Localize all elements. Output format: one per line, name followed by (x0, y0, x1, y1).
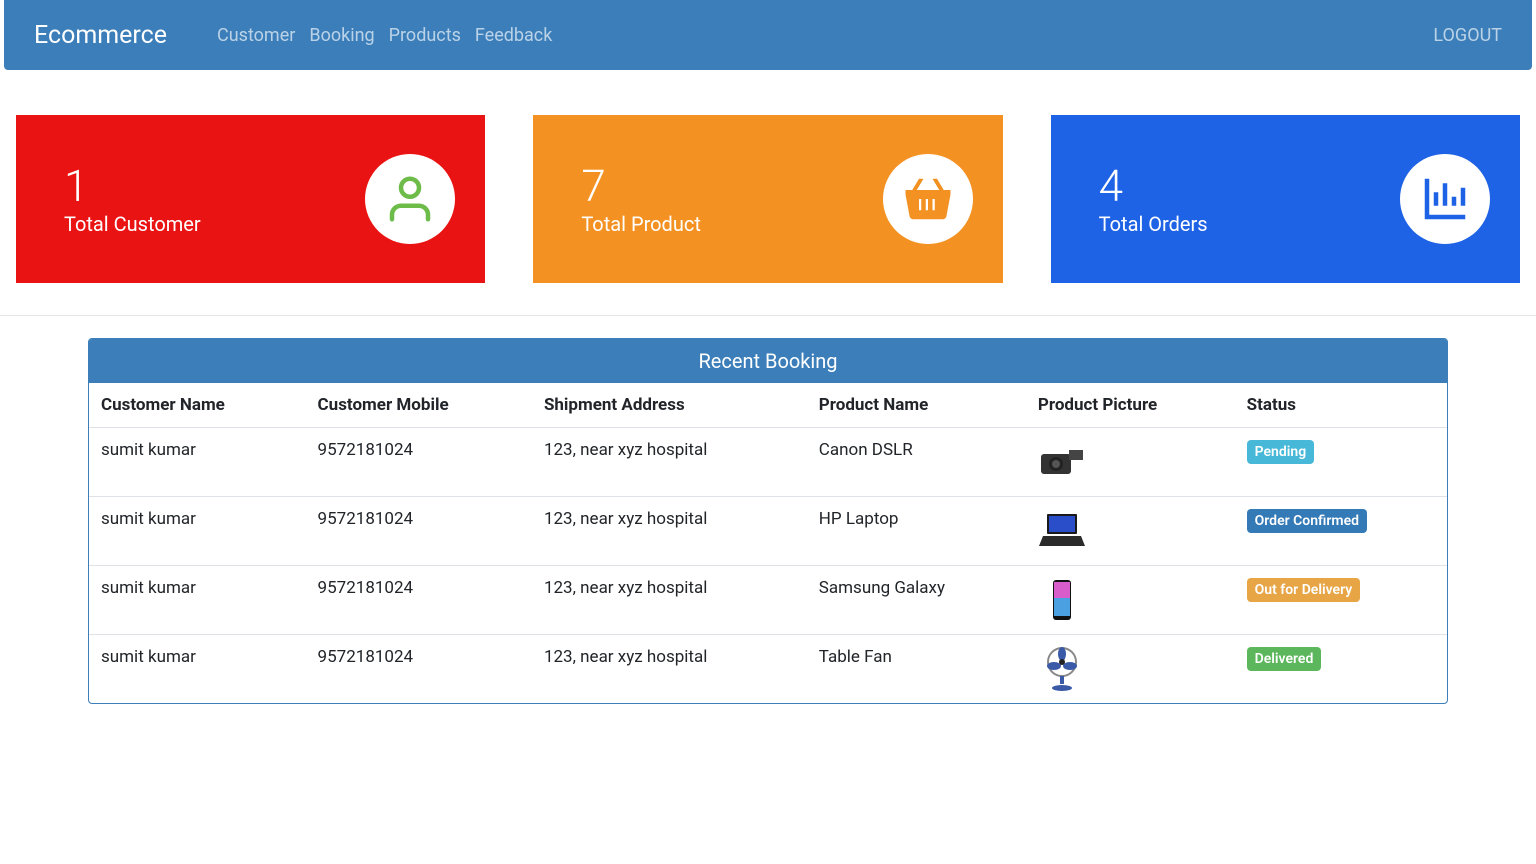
nav-link-feedback[interactable]: Feedback (475, 25, 552, 46)
logout-link[interactable]: LOGOUT (1433, 25, 1502, 46)
status-badge: Delivered (1247, 647, 1322, 671)
th-product-name: Product Name (809, 383, 1028, 428)
table-row: sumit kumar9572181024123, near xyz hospi… (89, 635, 1447, 704)
th-shipment-address: Shipment Address (534, 383, 809, 428)
cell-status: Pending (1237, 428, 1447, 497)
th-status: Status (1237, 383, 1447, 428)
cell-product-name: Samsung Galaxy (809, 566, 1028, 635)
stat-product-label: Total Product (581, 212, 701, 236)
user-icon (365, 154, 455, 244)
cell-shipment-address: 123, near xyz hospital (534, 635, 809, 704)
cell-customer-mobile: 9572181024 (308, 635, 534, 704)
cell-status: Delivered (1237, 635, 1447, 704)
stats-row: 1 Total Customer 7 Total Product 4 Total… (0, 70, 1536, 316)
cell-product-name: HP Laptop (809, 497, 1028, 566)
stat-orders-label: Total Orders (1099, 212, 1208, 236)
cell-customer-mobile: 9572181024 (308, 428, 534, 497)
navbar: Ecommerce Customer Booking Products Feed… (4, 0, 1532, 70)
cell-customer-mobile: 9572181024 (308, 566, 534, 635)
chart-icon (1400, 154, 1490, 244)
cell-product-name: Table Fan (809, 635, 1028, 704)
cell-customer-name: sumit kumar (89, 428, 308, 497)
cell-product-picture (1028, 635, 1237, 704)
nav-link-booking[interactable]: Booking (309, 25, 374, 46)
phone-icon (1038, 578, 1086, 622)
fan-icon (1038, 647, 1086, 691)
table-row: sumit kumar9572181024123, near xyz hospi… (89, 428, 1447, 497)
th-customer-name: Customer Name (89, 383, 308, 428)
stat-card-orders: 4 Total Orders (1051, 115, 1520, 283)
cell-shipment-address: 123, near xyz hospital (534, 428, 809, 497)
cell-customer-name: sumit kumar (89, 635, 308, 704)
nav-link-products[interactable]: Products (389, 25, 461, 46)
laptop-icon (1038, 509, 1086, 553)
camera-icon (1038, 440, 1086, 484)
cell-product-picture (1028, 497, 1237, 566)
cell-shipment-address: 123, near xyz hospital (534, 566, 809, 635)
nav-links: Customer Booking Products Feedback (217, 25, 1433, 46)
status-badge: Pending (1247, 440, 1315, 464)
booking-table: Customer Name Customer Mobile Shipment A… (89, 383, 1447, 703)
status-badge: Out for Delivery (1247, 578, 1361, 602)
cell-shipment-address: 123, near xyz hospital (534, 497, 809, 566)
basket-icon (883, 154, 973, 244)
recent-booking-panel: Recent Booking Customer Name Customer Mo… (88, 338, 1448, 704)
brand[interactable]: Ecommerce (34, 21, 167, 50)
nav-link-customer[interactable]: Customer (217, 25, 295, 46)
stat-customer-label: Total Customer (64, 212, 201, 236)
cell-customer-mobile: 9572181024 (308, 497, 534, 566)
cell-customer-name: sumit kumar (89, 566, 308, 635)
cell-product-picture (1028, 428, 1237, 497)
cell-product-name: Canon DSLR (809, 428, 1028, 497)
table-row: sumit kumar9572181024123, near xyz hospi… (89, 566, 1447, 635)
stat-product-value: 7 (581, 162, 701, 210)
stat-card-product: 7 Total Product (533, 115, 1002, 283)
th-product-picture: Product Picture (1028, 383, 1237, 428)
table-row: sumit kumar9572181024123, near xyz hospi… (89, 497, 1447, 566)
th-customer-mobile: Customer Mobile (308, 383, 534, 428)
stat-card-customer: 1 Total Customer (16, 115, 485, 283)
cell-customer-name: sumit kumar (89, 497, 308, 566)
status-badge: Order Confirmed (1247, 509, 1367, 533)
cell-product-picture (1028, 566, 1237, 635)
cell-status: Out for Delivery (1237, 566, 1447, 635)
table-title: Recent Booking (89, 339, 1447, 383)
stat-customer-value: 1 (64, 162, 201, 210)
stat-orders-value: 4 (1099, 162, 1208, 210)
cell-status: Order Confirmed (1237, 497, 1447, 566)
